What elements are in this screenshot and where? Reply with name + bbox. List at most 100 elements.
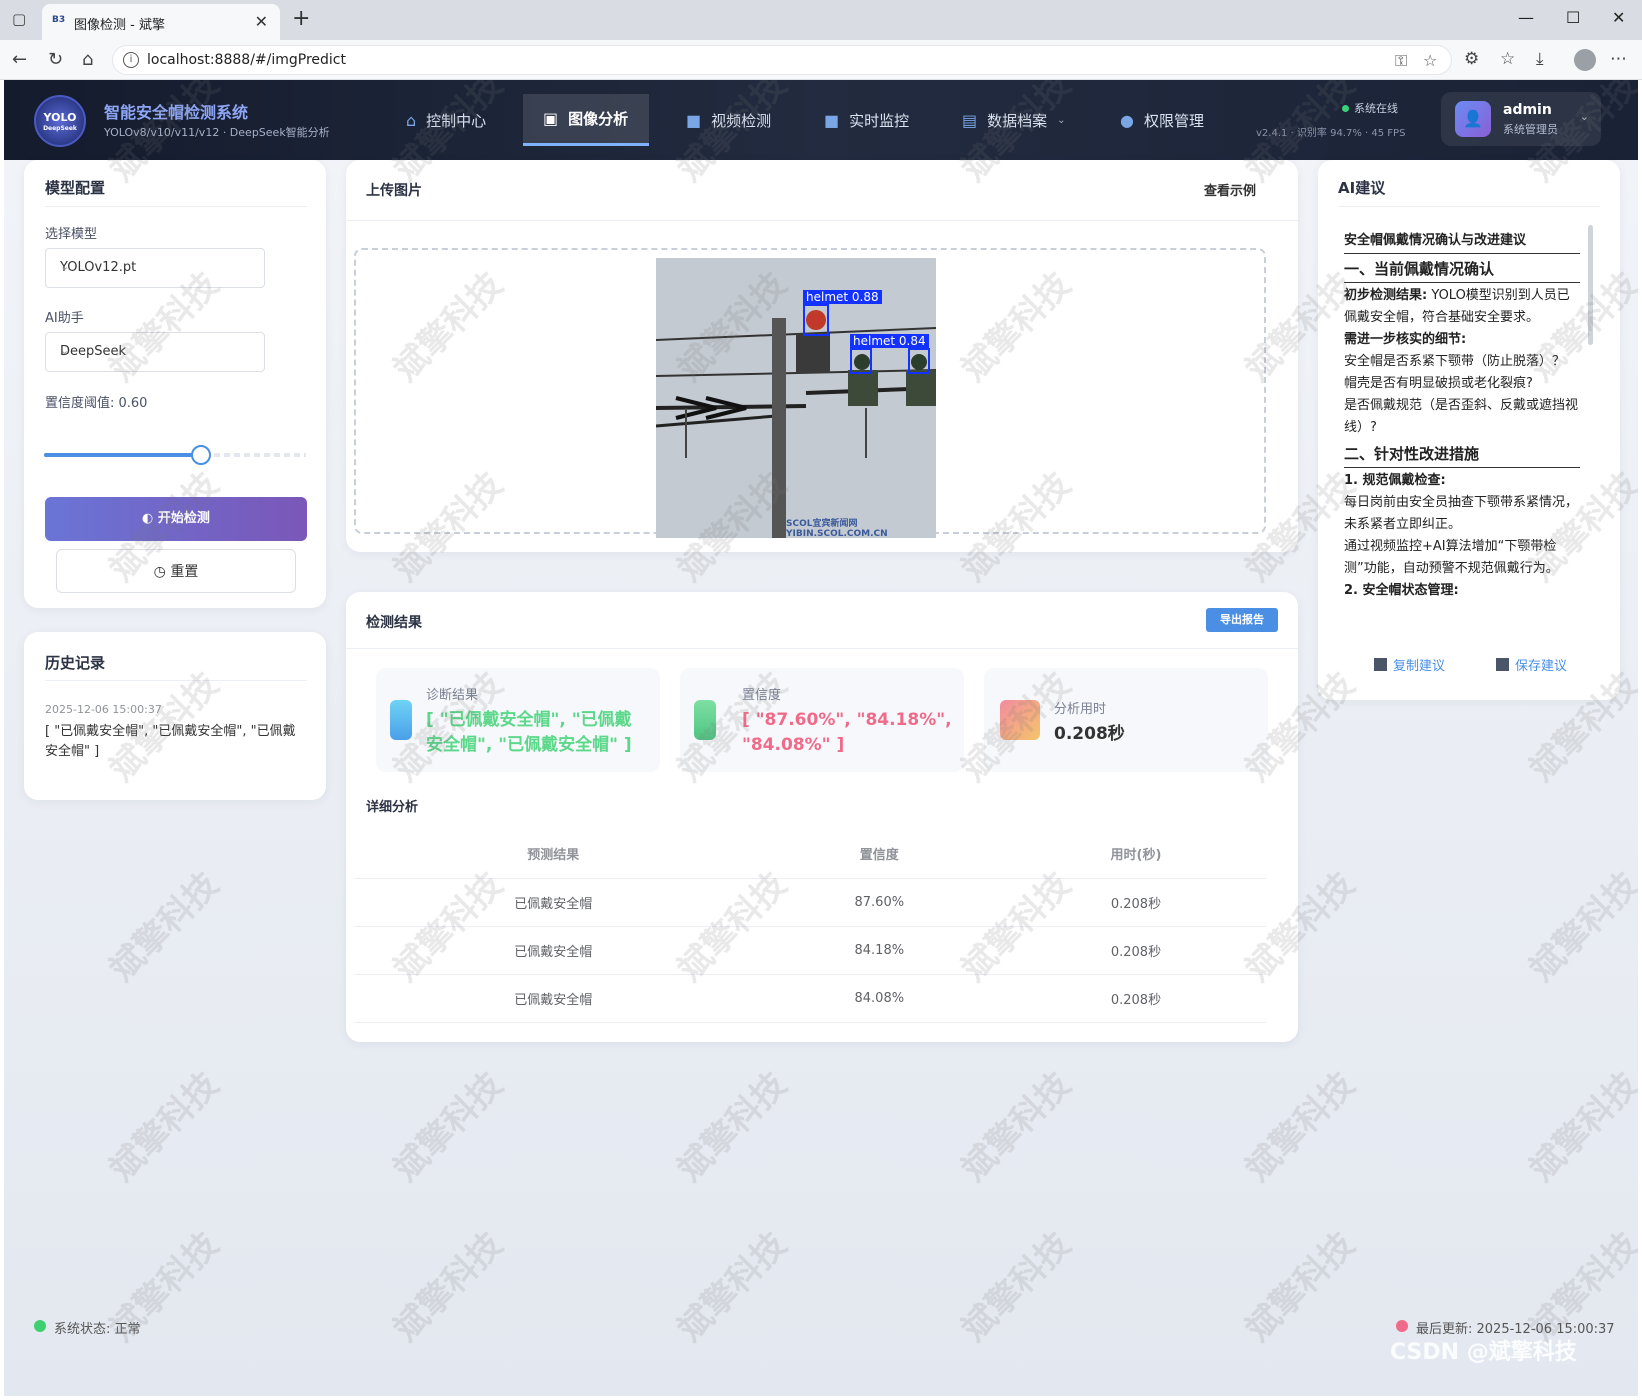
- advice-paragraph: 1. 规范佩戴检查:: [1344, 473, 1446, 488]
- app-title: 智能安全帽检测系统: [104, 103, 249, 122]
- favorite-star-icon[interactable]: ☆: [1423, 51, 1437, 70]
- favorites-icon[interactable]: ☆: [1500, 49, 1515, 69]
- reload-icon[interactable]: ↻: [48, 49, 63, 70]
- start-detection-button[interactable]: ◐ 开始检测: [45, 497, 307, 541]
- new-tab-icon[interactable]: +: [292, 6, 310, 31]
- more-menu-icon[interactable]: ⋯: [1610, 49, 1627, 69]
- table-cell: 84.08%: [752, 974, 1006, 1023]
- watermark-text: 斌擎科技: [1522, 1064, 1638, 1190]
- history-title: 历史记录: [45, 654, 106, 672]
- maximize-icon[interactable]: ☐: [1566, 8, 1580, 27]
- export-report-button[interactable]: 导出报告: [1206, 608, 1278, 632]
- top-navbar: YOLO DeepSeek 智能安全帽检测系统 YOLOv8/v10/v11/v…: [4, 80, 1638, 160]
- watermark-text: 斌擎科技: [386, 1064, 511, 1190]
- ai-advice-content[interactable]: 安全帽佩戴情况确认与改进建议 一、当前佩戴情况确认 初步检测结果: YOLO模型…: [1344, 230, 1580, 670]
- watermark-text: 斌擎科技: [102, 864, 227, 990]
- copy-icon: [1374, 658, 1387, 671]
- nav-data-archive[interactable]: ▤ 数据档案 ⌄: [942, 94, 1086, 146]
- profile-avatar[interactable]: [1574, 49, 1596, 71]
- results-table: 预测结果 置信度 用时(秒) 已佩戴安全帽 87.60% 0.208秒 已佩戴安…: [354, 830, 1266, 1023]
- divider: [346, 648, 1298, 649]
- table-row[interactable]: 已佩戴安全帽 87.60% 0.208秒: [354, 878, 1266, 927]
- address-toolbar: ← ↻ ⌂ i localhost:8888/#/imgPredict ⚿ ☆ …: [0, 40, 1642, 80]
- table-header-row: 预测结果 置信度 用时(秒): [354, 830, 1266, 879]
- user-name: admin: [1503, 102, 1552, 118]
- key-icon[interactable]: ⚿: [1395, 51, 1407, 71]
- chevron-down-icon: ⌄: [1579, 110, 1589, 123]
- close-window-icon[interactable]: ✕: [1612, 8, 1625, 27]
- user-icon: ●: [1120, 110, 1134, 130]
- browser-tab[interactable]: B3 图像检测 - 斌擎 ✕: [42, 4, 280, 40]
- address-bar[interactable]: i localhost:8888/#/imgPredict ⚿ ☆: [112, 45, 1452, 75]
- column-header: 用时(秒): [1005, 830, 1266, 879]
- time-label: 分析用时: [1054, 702, 1107, 717]
- uploaded-image: helmet 0.88 helmet 0.84 SCOL宜宾新闻网 YIBIN.…: [656, 258, 936, 538]
- confidence-value: [ "87.60%", "84.18%", "84.08%" ]: [742, 710, 952, 755]
- table-cell: 0.208秒: [1005, 878, 1266, 927]
- site-info-icon[interactable]: i: [123, 52, 139, 68]
- detection-box: [850, 348, 872, 374]
- column-header: 置信度: [752, 830, 1006, 879]
- app-root: YOLO DeepSeek 智能安全帽检测系统 YOLOv8/v10/v11/v…: [4, 80, 1638, 1396]
- confidence-stat: 置信度 [ "87.60%", "84.18%", "84.08%" ]: [680, 668, 964, 772]
- downloads-icon[interactable]: ⤓: [1536, 49, 1544, 69]
- watermark-text: 斌擎科技: [670, 1064, 795, 1190]
- upload-dropzone[interactable]: helmet 0.88 helmet 0.84 SCOL宜宾新闻网 YIBIN.…: [354, 248, 1266, 538]
- column-header: 预测结果: [354, 830, 753, 879]
- results-title: 检测结果: [366, 615, 422, 631]
- system-status-text: 系统状态: 正常: [54, 1322, 141, 1337]
- advice-section-title: 一、当前佩戴情况确认: [1344, 258, 1580, 283]
- nav-control-center[interactable]: ⌂ 控制中心: [386, 94, 506, 146]
- advice-scrollbar[interactable]: [1588, 225, 1593, 345]
- table-row[interactable]: 已佩戴安全帽 84.18% 0.208秒: [354, 926, 1266, 975]
- history-time: 2025-12-06 15:00:37: [45, 703, 162, 716]
- advice-paragraph: 需进一步核实的细节:: [1344, 332, 1467, 347]
- table-row[interactable]: 已佩戴安全帽 84.08% 0.208秒: [354, 974, 1266, 1023]
- loading-icon: ◐: [142, 511, 158, 526]
- home-icon: ⌂: [406, 110, 417, 130]
- threshold-label: 置信度阈值: 0.60: [45, 396, 148, 411]
- nav-image-analysis[interactable]: ▣ 图像分析: [523, 94, 649, 146]
- favicon-icon: B3: [52, 15, 66, 25]
- csdn-watermark: CSDN @斌擎科技: [1390, 1340, 1577, 1365]
- nav-video-detection[interactable]: ■ 视频检测: [666, 94, 791, 146]
- diagnosis-value: [ "已佩戴安全帽", "已佩戴安全帽", "已佩戴安全帽" ]: [426, 710, 632, 755]
- history-item[interactable]: 2025-12-06 15:00:37 [ "已佩戴安全帽", "已佩戴安全帽"…: [45, 703, 307, 762]
- save-advice-button[interactable]: 保存建议: [1496, 655, 1567, 674]
- watermark-text: 斌擎科技: [1238, 1064, 1363, 1190]
- save-icon: [1496, 658, 1509, 671]
- extensions-icon[interactable]: ⚙: [1464, 49, 1479, 69]
- watermark-text: 斌擎科技: [102, 1064, 227, 1190]
- diagnosis-stat: 诊断结果 [ "已佩戴安全帽", "已佩戴安全帽", "已佩戴安全帽" ]: [376, 668, 660, 772]
- tab-actions-icon[interactable]: ▢: [12, 10, 26, 28]
- model-select[interactable]: YOLOv12.pt ⌄: [45, 248, 265, 288]
- detection-label: helmet 0.88: [803, 290, 882, 304]
- ai-assistant-label: AI助手: [45, 311, 84, 326]
- nav-permissions[interactable]: ● 权限管理: [1100, 94, 1224, 146]
- clock-icon: ◷: [153, 564, 171, 580]
- confidence-icon: [694, 700, 716, 740]
- copy-advice-button[interactable]: 复制建议: [1374, 655, 1445, 674]
- image-icon: ▣: [543, 109, 559, 128]
- user-role: 系统管理员: [1503, 123, 1558, 136]
- table-cell: 0.208秒: [1005, 926, 1266, 975]
- divider: [45, 206, 307, 207]
- model-config-title: 模型配置: [45, 179, 106, 197]
- chevron-down-icon: ⌄: [60, 344, 70, 357]
- table-cell: 87.60%: [752, 878, 1006, 927]
- table-cell: 已佩戴安全帽: [354, 878, 753, 927]
- ai-assistant-select[interactable]: DeepSeek ⌄: [45, 332, 265, 372]
- back-icon[interactable]: ←: [12, 49, 27, 70]
- reset-button[interactable]: ◷ 重置: [56, 549, 296, 593]
- minimize-icon[interactable]: —: [1518, 8, 1534, 27]
- upload-title: 上传图片: [366, 183, 422, 199]
- diagnosis-icon: [390, 700, 412, 740]
- divider: [346, 220, 1298, 221]
- system-status: 系统在线: [1342, 100, 1398, 116]
- nav-live-monitor[interactable]: ■ 实时监控: [804, 94, 929, 146]
- home-icon[interactable]: ⌂: [82, 49, 93, 70]
- detection-box: [908, 348, 930, 374]
- close-tab-icon[interactable]: ✕: [255, 12, 268, 31]
- user-menu[interactable]: 👤 admin 系统管理员 ⌄: [1441, 92, 1601, 146]
- view-example-link[interactable]: 查看示例: [1204, 180, 1256, 199]
